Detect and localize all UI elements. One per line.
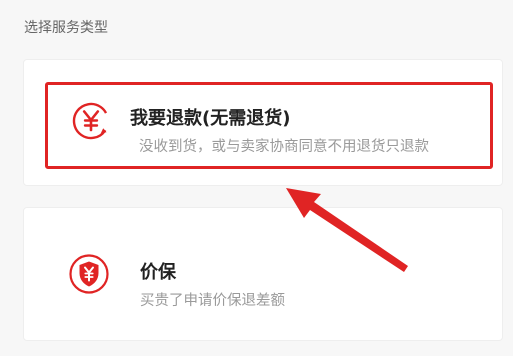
section-title: 选择服务类型 [24, 20, 108, 36]
price-protect-shield-icon [65, 250, 113, 298]
refund-yen-icon [67, 97, 115, 145]
refund-option-title: 我要退款(无需退货) [130, 108, 291, 129]
price-protect-option-subtitle: 买贵了申请价保退差额 [140, 293, 285, 309]
price-protect-option-title: 价保 [140, 262, 176, 283]
service-type-page: 选择服务类型 我要退款(无需退货) 没收到货，或与卖家协商同意不用退货只退款 价… [0, 0, 513, 356]
refund-option-subtitle: 没收到货，或与卖家协商同意不用退货只退款 [139, 139, 429, 155]
